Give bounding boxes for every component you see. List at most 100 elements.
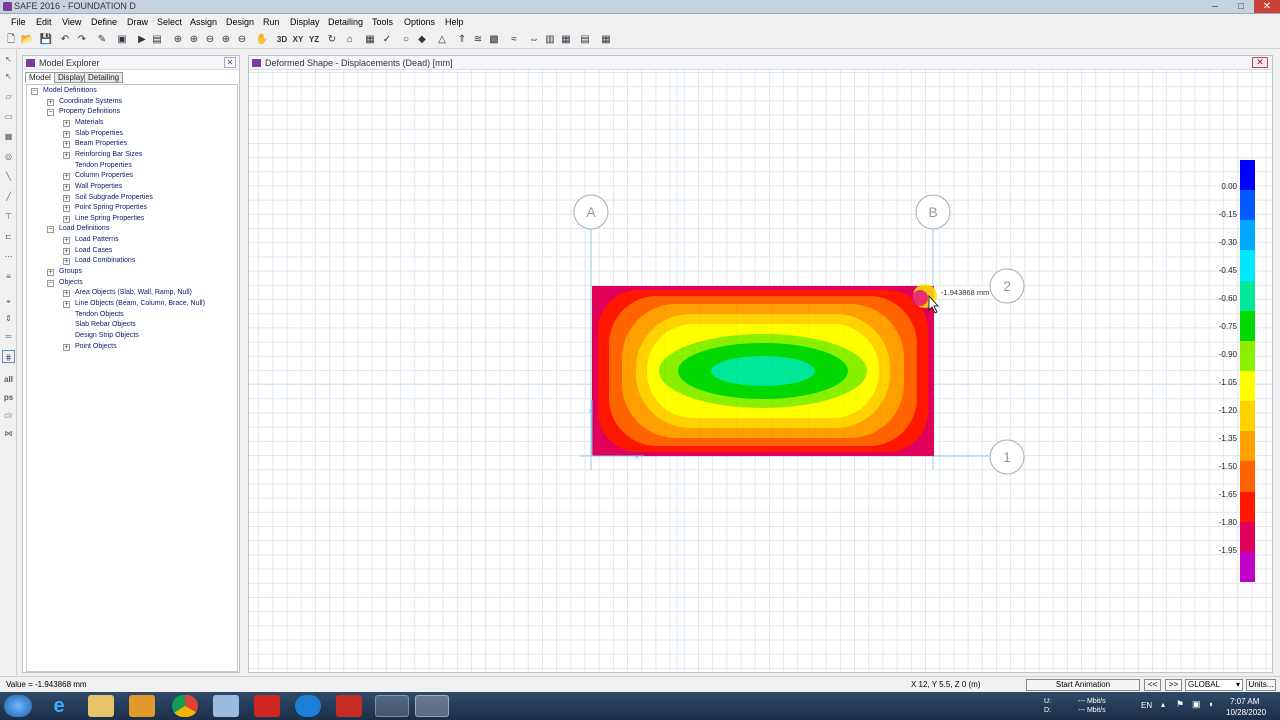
tree-node[interactable]: Slab Rebar Objects	[75, 321, 136, 328]
media-player-icon[interactable]	[129, 695, 155, 717]
menu-help[interactable]: Help	[445, 17, 464, 27]
tree-node[interactable]: Beam Properties	[75, 140, 127, 147]
app-red-icon[interactable]	[254, 695, 280, 717]
deformed-shape-icon[interactable]: ≋	[471, 33, 485, 47]
next-step-button[interactable]: >>	[1165, 679, 1182, 691]
tree-node[interactable]: Materials	[75, 119, 103, 126]
new-file-icon[interactable]: 🗋	[4, 33, 18, 47]
menu-options[interactable]: Options	[404, 17, 435, 27]
lock-icon[interactable]: ▣	[115, 33, 129, 47]
notepad-icon[interactable]	[213, 695, 239, 717]
draw-wall-icon[interactable]: ▦	[2, 130, 15, 143]
strip-forces-icon[interactable]: ≈	[507, 33, 521, 47]
tree-toggle-icon[interactable]: +	[47, 269, 54, 277]
menu-file[interactable]: File	[11, 17, 26, 27]
tree-toggle-icon[interactable]: +	[63, 237, 70, 245]
tree-node[interactable]: Line Spring Properties	[75, 215, 144, 222]
tree-node[interactable]: Load Cases	[75, 247, 112, 254]
tree-toggle-icon[interactable]: −	[47, 109, 54, 117]
tree-node[interactable]: Load Definitions	[59, 225, 109, 232]
redo-icon[interactable]: ↷	[75, 33, 89, 47]
etabs-taskbar-icon[interactable]	[375, 695, 409, 717]
tree-node[interactable]: Model Definitions	[43, 87, 97, 94]
flag-icon[interactable]: ⚑	[1176, 699, 1184, 710]
check-icon[interactable]: ✓	[380, 33, 394, 47]
tree-node[interactable]: Load Combinations	[75, 257, 135, 264]
dimension-icon[interactable]: ⇕	[2, 312, 15, 325]
tree-node[interactable]: Soil Subgrade Properties	[75, 194, 153, 201]
measure-icon[interactable]: ═	[2, 330, 15, 343]
zoom-in-icon[interactable]: ⊕	[187, 33, 201, 47]
maximize-button[interactable]: □	[1228, 0, 1254, 13]
menu-run[interactable]: Run	[263, 17, 280, 27]
tree-node[interactable]: Point Spring Properties	[75, 204, 147, 211]
tree-toggle-icon[interactable]: +	[63, 343, 70, 351]
tree-toggle-icon[interactable]: +	[63, 301, 70, 308]
design-icon[interactable]: ▥	[543, 33, 557, 47]
start-button-icon[interactable]	[4, 695, 32, 717]
view-xy-button[interactable]: XY	[291, 33, 305, 47]
file-explorer-icon[interactable]	[88, 695, 114, 717]
draw-tendon-icon[interactable]: ⋯	[2, 250, 15, 263]
tree-node[interactable]: Coordinate Systems	[59, 98, 122, 105]
open-file-icon[interactable]: 📂	[20, 33, 34, 47]
draw-point-icon[interactable]: ◎	[2, 150, 15, 163]
draw-column-icon[interactable]: ⊤	[2, 210, 15, 223]
tree-toggle-icon[interactable]: −	[47, 279, 54, 287]
zoom-out-icon[interactable]: ⊖	[203, 33, 217, 47]
coordinate-system-select[interactable]: GLOBAL ▾	[1185, 679, 1243, 691]
tree-node[interactable]: Tendon Properties	[75, 162, 132, 169]
acrobat-icon[interactable]	[336, 695, 362, 717]
tree-toggle-icon[interactable]: −	[47, 226, 54, 234]
menu-edit[interactable]: Edit	[36, 17, 52, 27]
units-button[interactable]: Units...	[1246, 679, 1276, 691]
tree-toggle-icon[interactable]: −	[31, 88, 38, 95]
pan-icon[interactable]: ✋	[255, 33, 269, 47]
previous-selection-button[interactable]: ps	[2, 391, 15, 404]
tree-node[interactable]: Area Objects (Slab, Wall, Ramp, Null)	[75, 289, 192, 296]
network-icon[interactable]: ▣	[1192, 699, 1201, 710]
draw-line-icon[interactable]: ╲	[2, 170, 15, 183]
select-icon[interactable]: ▦	[363, 33, 377, 47]
tree-node[interactable]: Wall Properties	[75, 183, 122, 190]
zoom-full-icon[interactable]: ⊕	[219, 33, 233, 47]
close-view-button[interactable]: ✕	[1252, 57, 1268, 68]
draw-rectangle-icon[interactable]: ▭	[2, 110, 15, 123]
menu-display[interactable]: Display	[290, 17, 320, 27]
rotate-icon[interactable]: ↻	[325, 33, 339, 47]
triangle-icon[interactable]: △	[435, 33, 449, 47]
tree-toggle-icon[interactable]: +	[47, 98, 54, 106]
grid-icon[interactable]: ▦	[559, 33, 573, 47]
menu-assign[interactable]: Assign	[190, 17, 217, 27]
clock-time[interactable]: 7:07 AM	[1230, 697, 1259, 706]
select-all-button[interactable]: all	[2, 373, 15, 386]
start-animation-button[interactable]: Start Animation	[1026, 679, 1140, 691]
internet-explorer-icon[interactable]: e	[46, 695, 72, 717]
tree-node[interactable]: Design Strip Objects	[75, 332, 139, 339]
menu-draw[interactable]: Draw	[127, 17, 148, 27]
menu-design[interactable]: Design	[226, 17, 254, 27]
clock-date[interactable]: 10/28/2020	[1226, 708, 1266, 717]
refresh-window-icon[interactable]: ▤	[150, 33, 164, 47]
menu-define[interactable]: Define	[91, 17, 117, 27]
shrink-icon[interactable]: ◆	[415, 33, 429, 47]
tree-toggle-icon[interactable]: +	[63, 130, 70, 138]
intersecting-line-icon[interactable]: ⋈	[2, 427, 15, 440]
tab-model[interactable]: Model	[25, 72, 55, 83]
draw-strip-icon[interactable]: ⊏	[2, 230, 15, 243]
menu-detailing[interactable]: Detailing	[328, 17, 363, 27]
tree-toggle-icon[interactable]: +	[63, 119, 70, 127]
deformed-shape-plot[interactable]: × × A B 2 1 -1.943868 mm	[249, 70, 1272, 672]
undo-icon[interactable]: ↶	[58, 33, 72, 47]
tree-node[interactable]: Point Objects	[75, 343, 117, 350]
draw-rebar-icon[interactable]: ≡	[2, 270, 15, 283]
table-icon[interactable]: ▦	[599, 33, 613, 47]
tray-expand-icon[interactable]: ▴	[1161, 700, 1165, 709]
forces-icon[interactable]: ▩	[487, 33, 501, 47]
tree-node[interactable]: Reinforcing Bar Sizes	[75, 151, 142, 158]
tree-node[interactable]: Groups	[59, 268, 82, 275]
close-explorer-button[interactable]: ✕	[224, 57, 236, 68]
tree-node[interactable]: Tendon Objects	[75, 311, 124, 318]
up-arrow-icon[interactable]: ⇑	[455, 33, 469, 47]
menu-view[interactable]: View	[62, 17, 81, 27]
